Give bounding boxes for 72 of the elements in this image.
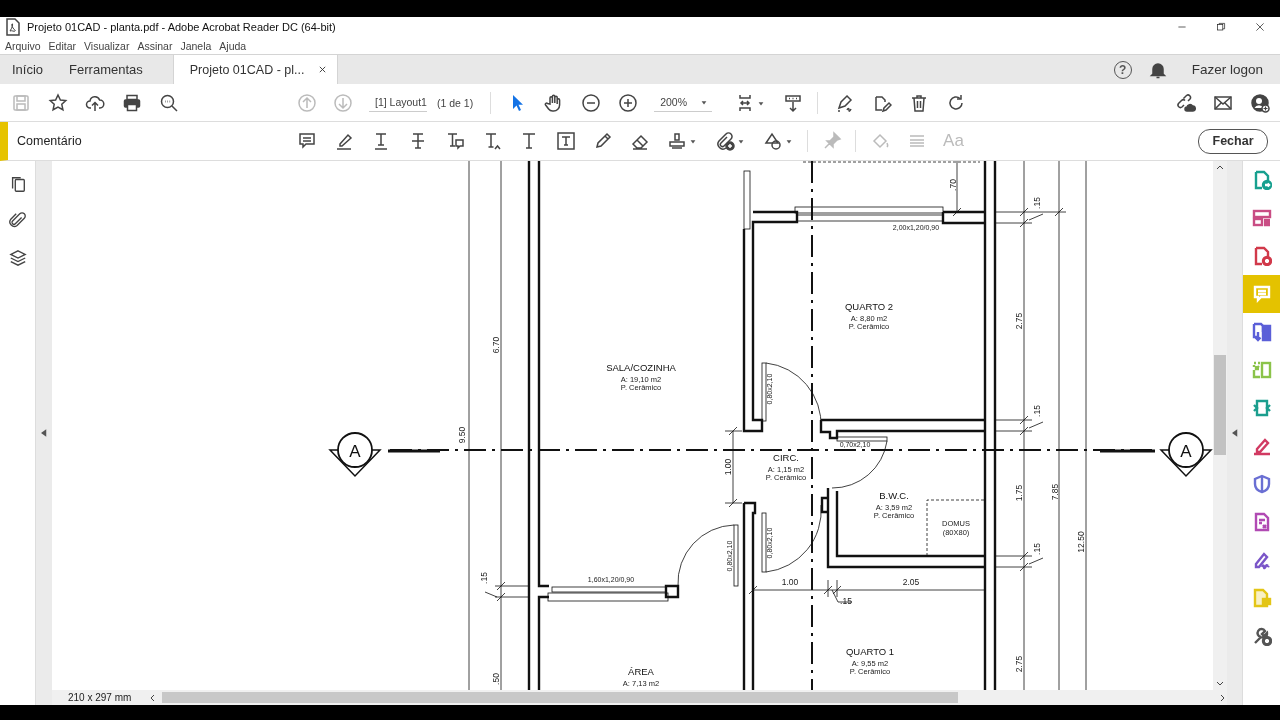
collapse-arrow-icon[interactable] bbox=[1231, 429, 1238, 437]
dimension-label: 2.75 bbox=[1014, 312, 1024, 330]
layout-icon[interactable] bbox=[1251, 208, 1272, 228]
menu-item[interactable]: Visualizar bbox=[80, 39, 134, 52]
close-button[interactable]: Fechar bbox=[1198, 128, 1268, 154]
attach-icon[interactable] bbox=[715, 131, 735, 151]
restore-icon[interactable] bbox=[1215, 21, 1227, 33]
dimension-label: 12.50 bbox=[1076, 531, 1086, 553]
dimension-label: 9.50 bbox=[457, 426, 467, 444]
dimension-label: .50 bbox=[491, 673, 501, 685]
share-link-icon[interactable] bbox=[1175, 92, 1196, 113]
dimension-label: .15 bbox=[1032, 543, 1042, 555]
panel-title: Comentário bbox=[16, 134, 83, 148]
room-name: CIRC. bbox=[773, 452, 799, 463]
zoom-field[interactable]: 200% bbox=[654, 93, 713, 112]
menu-item[interactable]: Editar bbox=[44, 39, 81, 52]
dimension-label: .15 bbox=[1032, 405, 1042, 417]
scroll-thumb[interactable] bbox=[1214, 355, 1226, 455]
page-count: (1 de 1) bbox=[437, 96, 474, 109]
zoom-in-icon[interactable] bbox=[617, 92, 638, 113]
dimension-label: 7.85 bbox=[1050, 483, 1060, 501]
add-user-icon[interactable] bbox=[1249, 92, 1270, 113]
caret-icon[interactable] bbox=[785, 137, 793, 145]
shield-icon[interactable] bbox=[1251, 474, 1272, 494]
dimension-label: .15 bbox=[479, 572, 489, 584]
search-icon[interactable] bbox=[158, 92, 179, 113]
collapse-arrow-icon[interactable] bbox=[41, 429, 47, 437]
caret-icon[interactable] bbox=[689, 137, 697, 145]
zoom-out-icon[interactable] bbox=[580, 92, 601, 113]
dimension-label: .15 bbox=[840, 596, 852, 606]
room-name: SALA/COZINHA bbox=[606, 362, 676, 373]
stamp-icon[interactable] bbox=[667, 131, 687, 151]
dimension-label: 6.70 bbox=[491, 336, 501, 354]
text-box-icon[interactable] bbox=[555, 131, 576, 151]
dimension-label: .15 bbox=[1032, 197, 1042, 209]
caret-icon[interactable] bbox=[700, 98, 709, 106]
scroll-mode-icon[interactable] bbox=[782, 92, 803, 113]
close-icon[interactable] bbox=[318, 65, 328, 74]
layers-icon[interactable] bbox=[8, 249, 27, 267]
window-title: Projeto 01CAD - planta.pdf - Adobe Acrobat Reader DC (64-bit) bbox=[27, 21, 336, 33]
tab[interactable]: Projeto 01CAD - pl... bbox=[172, 55, 339, 84]
dimension-label: 2.75 bbox=[1014, 655, 1024, 673]
tab[interactable]: Ferramentas bbox=[56, 55, 155, 84]
highlighter-icon[interactable] bbox=[1251, 436, 1272, 456]
room-name: ÁREA bbox=[628, 666, 654, 677]
dimension-label: .70 bbox=[948, 179, 958, 191]
print-icon[interactable] bbox=[121, 92, 142, 113]
menu-item[interactable]: Janela bbox=[176, 39, 216, 52]
document-convert-icon[interactable] bbox=[1251, 322, 1272, 342]
page-size: 210 x 297 mm bbox=[67, 692, 133, 703]
dimension-label: 2.05 bbox=[902, 577, 920, 587]
pdf-file-icon bbox=[3, 17, 23, 37]
room-name: QUARTO 1 bbox=[845, 646, 895, 657]
sign-in-link[interactable]: Fazer logon bbox=[1191, 62, 1263, 77]
dimension-label: 1.75 bbox=[1014, 484, 1024, 502]
menu-item[interactable]: Ajuda bbox=[215, 39, 251, 52]
page-field[interactable]: [1] Layout1 bbox=[369, 93, 427, 112]
shapes-icon[interactable] bbox=[763, 131, 783, 151]
compress-icon[interactable] bbox=[1251, 398, 1272, 418]
tab[interactable]: Início bbox=[0, 55, 56, 84]
menu-item[interactable]: Arquivo bbox=[1, 39, 45, 52]
comment-note-icon[interactable] bbox=[296, 131, 317, 151]
caret-icon[interactable] bbox=[737, 137, 745, 145]
star-icon[interactable] bbox=[47, 92, 68, 113]
menu-item[interactable]: Assinar bbox=[133, 39, 177, 52]
dimension-label: 1.00 bbox=[723, 458, 733, 476]
room-name: QUARTO 2 bbox=[844, 301, 894, 312]
scroll-thumb[interactable] bbox=[162, 692, 958, 703]
dimension-label: 1.00 bbox=[781, 577, 799, 587]
paperclip-icon[interactable] bbox=[8, 212, 27, 230]
close-icon[interactable] bbox=[1254, 21, 1266, 33]
room-name: B.W.C. bbox=[879, 490, 909, 501]
